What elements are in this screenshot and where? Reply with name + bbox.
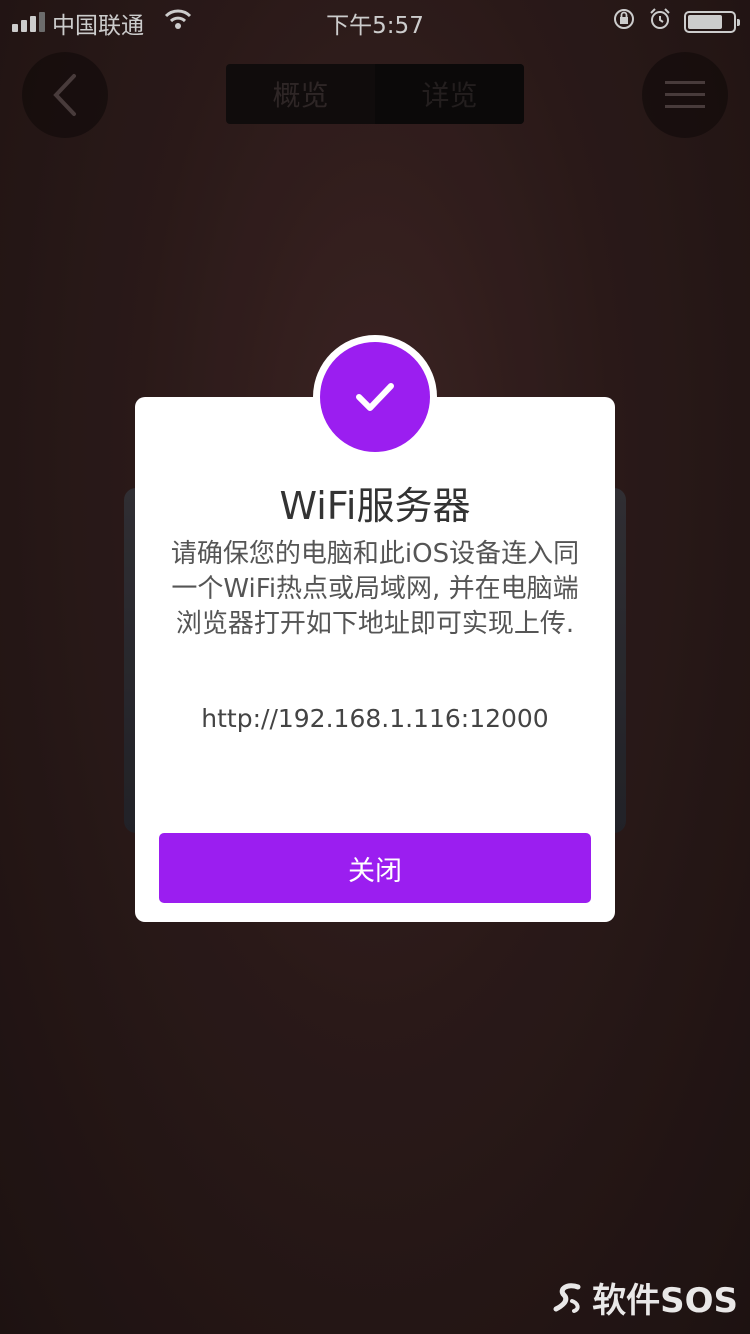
dialog-title: WiFi服务器 [279,484,471,528]
watermark-logo-icon [553,1282,581,1313]
dialog-badge [320,342,430,452]
watermark-text: 软件SOS [592,1281,738,1321]
app-screen: 中国联通 下午5:57 概览 详览 WiFi服务器 请确保您的电脑和此iOS设备… [0,0,750,1334]
watermark: 软件SOS [552,1273,738,1322]
close-button[interactable]: 关闭 [159,833,591,903]
dialog-message: 请确保您的电脑和此iOS设备连入同一个WiFi热点或局域网, 并在电脑端浏览器打… [170,539,580,639]
checkmark-icon [356,383,394,411]
server-url: http://192.168.1.116:12000 [201,704,549,733]
